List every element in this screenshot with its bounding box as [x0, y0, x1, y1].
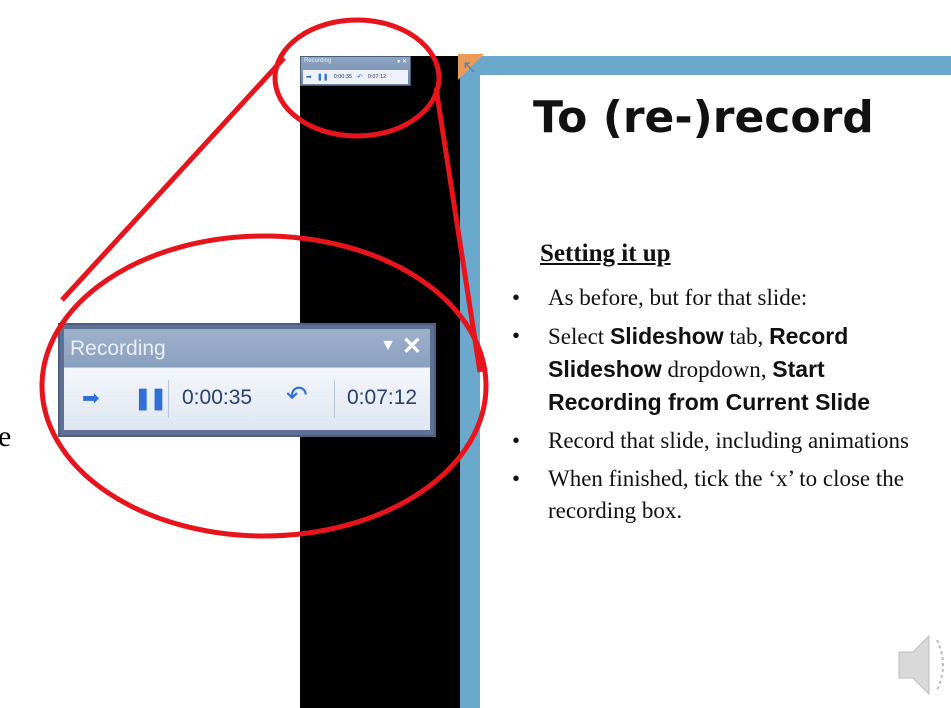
slide-time-small: 0:00:35	[333, 74, 352, 80]
slide-time: 0:00:35	[182, 386, 253, 409]
speaker-icon[interactable]	[895, 590, 951, 708]
corner-arrow-icon: ↖	[462, 57, 478, 77]
separator	[334, 380, 335, 418]
pause-icon[interactable]: ❚❚	[134, 386, 167, 411]
cut-off-text: e	[0, 420, 12, 453]
repeat-icon[interactable]: ↶	[286, 380, 308, 411]
slide-bullet-list: • As before, but for that slide: • Select …	[508, 282, 938, 533]
repeat-icon[interactable]: ↶	[357, 73, 363, 81]
recording-title-bar: Recording ▼ ✕	[64, 329, 430, 367]
slide-subtitle: Setting it up	[540, 240, 671, 267]
bullet-item: • Select Slideshow tab, Record Slideshow …	[512, 323, 871, 415]
total-time-small: 0:07:12	[367, 74, 387, 80]
recording-toolbar-small[interactable]: Recording ▾ ✕ ➡ ❚❚ 0:00:35 ↶ 0:07:12	[300, 56, 411, 86]
bullet-item: • As before, but for that slide:	[512, 285, 808, 310]
recording-toolbar-small-controls[interactable]: ▾ ✕	[397, 58, 407, 65]
bullet-item: • Record that slide, including animations	[512, 428, 909, 453]
pause-icon[interactable]: ❚❚	[317, 73, 329, 81]
bullet-item: • When finished, tick the ‘x’ to close th…	[512, 466, 904, 523]
next-arrow-icon[interactable]: ➡	[306, 73, 312, 81]
recording-title: Recording	[70, 337, 166, 360]
recording-toolbar-small-row: ➡ ❚❚ 0:00:35 ↶ 0:07:12	[303, 70, 408, 84]
callout-line-left	[60, 56, 286, 302]
recording-toolbar-small-title: Recording	[304, 58, 332, 64]
total-time: 0:07:12	[347, 386, 418, 409]
recording-toolbar-magnified[interactable]: Recording ▼ ✕ ➡ ❚❚ 0:00:35 ↶ 0:07:12	[58, 323, 436, 437]
close-icon[interactable]: ✕	[402, 332, 422, 361]
recording-controls-bar: ➡ ❚❚ 0:00:35 ↶ 0:07:12	[64, 367, 430, 430]
separator	[168, 380, 169, 418]
dropdown-icon[interactable]: ▼	[380, 337, 396, 355]
next-arrow-icon[interactable]: ➡	[82, 386, 100, 411]
slide-title: To (re-)record	[533, 92, 874, 143]
